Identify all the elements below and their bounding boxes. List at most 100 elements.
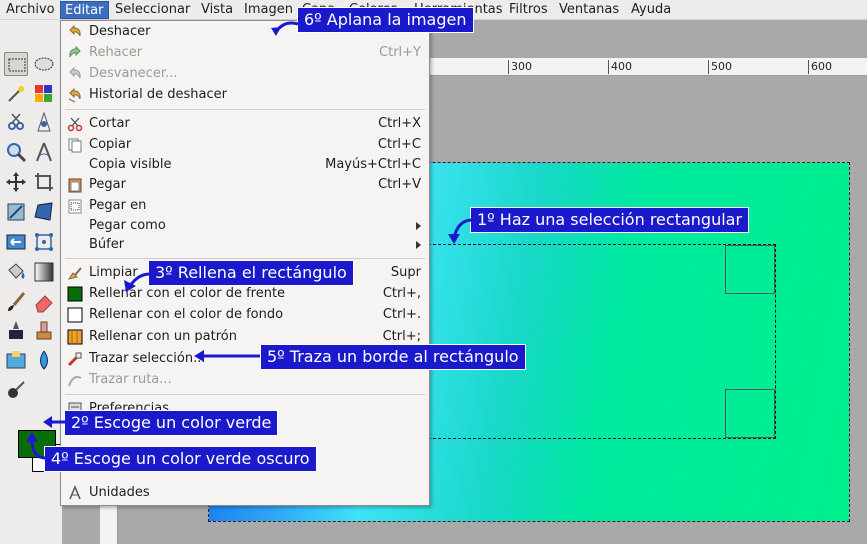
units-icon: [67, 485, 83, 501]
menu-item-shortcut: Ctrl+V: [378, 177, 421, 192]
callout-step-1: 1º Haz una selección rectangular: [470, 207, 750, 233]
menu-item-shortcut: Ctrl+,: [382, 286, 421, 301]
menu-item-cut[interactable]: Cortar Ctrl+X: [61, 114, 429, 134]
callout-step-2: 2º Escoge un color verde: [64, 410, 279, 436]
menu-item-label: Rellenar con un patrón: [89, 329, 238, 344]
menu-separator: [65, 258, 425, 259]
blend-tool-icon[interactable]: [32, 260, 56, 284]
menu-item-paste-into[interactable]: Pegar en: [61, 196, 429, 216]
paste-into-icon: [67, 198, 83, 214]
paintbrush-tool-icon[interactable]: [4, 290, 28, 314]
menu-archivo[interactable]: Archivo: [2, 1, 59, 19]
paste-icon: [67, 177, 83, 193]
menu-item-redo[interactable]: Rehacer Ctrl+Y: [61, 43, 429, 63]
menu-item-label: Unidades: [89, 485, 150, 500]
menu-item-label: Pegar: [89, 177, 126, 192]
zoom-tool-icon[interactable]: [4, 140, 28, 164]
blur-tool-icon[interactable]: [32, 348, 56, 372]
menu-item-label: Pegar en: [89, 198, 147, 213]
crop-tool-icon[interactable]: [32, 170, 56, 194]
foreground-select-tool-icon[interactable]: [32, 110, 56, 134]
menu-item-label: Copia visible: [89, 157, 172, 172]
menu-item-shortcut: Ctrl+C: [377, 137, 421, 152]
menu-item-label: Trazar selección...: [89, 351, 206, 366]
menu-item-label: Rehacer: [89, 45, 143, 60]
measure-tool-icon[interactable]: [32, 140, 56, 164]
callout-arrow-icon: [124, 272, 151, 292]
ellipse-select-tool-icon[interactable]: [32, 52, 56, 76]
menu-item-label: Pegar como: [89, 218, 166, 233]
callout-arrow-icon: [448, 218, 473, 244]
redo-icon: [67, 45, 83, 61]
horizontal-ruler[interactable]: 300 400 500 600: [428, 58, 867, 76]
clear-icon: [67, 265, 83, 281]
history-icon: [67, 87, 83, 103]
fuzzy-select-tool-icon[interactable]: [4, 82, 28, 106]
menu-item-buffer[interactable]: Búfer: [61, 235, 429, 255]
callout-step-5: 5º Traza un borde al rectángulo: [260, 344, 526, 370]
callout-arrow-icon: [194, 350, 260, 362]
menu-item-label: Deshacer: [89, 24, 151, 39]
submenu-arrow-icon: [416, 222, 421, 230]
callout-step-4: 4º Escoge un color verde oscuro: [44, 446, 317, 472]
flip-tool-icon[interactable]: [4, 230, 28, 254]
menu-item-units[interactable]: Unidades: [61, 483, 429, 503]
callout-arrow-icon: [26, 432, 47, 460]
callout-arrow-icon: [271, 21, 299, 36]
menu-item-label: Cortar: [89, 116, 130, 131]
menu-item-shortcut: Ctrl+.: [382, 307, 421, 322]
menu-ventanas[interactable]: Ventanas: [555, 1, 623, 19]
menu-seleccionar[interactable]: Seleccionar: [111, 1, 194, 19]
ink-tool-icon[interactable]: [4, 318, 28, 342]
perspective-tool-icon[interactable]: [32, 200, 56, 224]
menu-item-fade[interactable]: Desvanecer...: [61, 64, 429, 84]
heal-tool-icon[interactable]: [4, 348, 28, 372]
menu-filtros[interactable]: Filtros: [505, 1, 552, 19]
menu-item-stroke-path[interactable]: Trazar ruta...: [61, 370, 429, 390]
menu-item-label: Historial de deshacer: [89, 87, 227, 102]
menu-separator: [65, 394, 425, 395]
menu-separator: [65, 109, 425, 110]
select-by-color-tool-icon[interactable]: [32, 82, 56, 106]
ruler-tick: 500: [708, 60, 732, 74]
menu-item-paste-as[interactable]: Pegar como: [61, 216, 429, 236]
ruler-tick: 300: [508, 60, 532, 74]
callout-step-6: 6º Aplana la imagen: [297, 7, 474, 33]
rect-select-tool-icon[interactable]: [4, 52, 28, 76]
menu-item-undo-history[interactable]: Historial de deshacer: [61, 85, 429, 105]
selection-handle-bottom-right[interactable]: [725, 389, 775, 438]
scissors-icon: [67, 116, 83, 132]
menu-item-copy[interactable]: Copiar Ctrl+C: [61, 135, 429, 155]
submenu-arrow-icon: [416, 241, 421, 249]
menu-item-fill-bg[interactable]: Rellenar con el color de fondo Ctrl+.: [61, 305, 429, 325]
callout-step-3: 3º Rellena el rectángulo: [148, 260, 354, 286]
stroke-path-icon: [67, 372, 83, 388]
cage-tool-icon[interactable]: [32, 230, 56, 254]
menu-item-label: Desvanecer...: [89, 66, 178, 81]
scissors-select-tool-icon[interactable]: [4, 110, 28, 134]
ruler-tick: 400: [608, 60, 632, 74]
menu-item-label: Trazar ruta...: [89, 372, 172, 387]
menu-ayuda[interactable]: Ayuda: [627, 1, 675, 19]
undo-icon: [67, 24, 83, 40]
menu-vista[interactable]: Vista: [197, 1, 237, 19]
clone-tool-icon[interactable]: [32, 318, 56, 342]
move-tool-icon[interactable]: [4, 170, 28, 194]
fill-pattern-icon: [67, 329, 83, 345]
rectangular-selection[interactable]: [428, 244, 776, 439]
menu-item-copy-visible[interactable]: Copia visible Mayús+Ctrl+C: [61, 155, 429, 175]
fill-fg-icon: [67, 286, 83, 302]
rotate-tool-icon[interactable]: [4, 200, 28, 224]
menu-editar[interactable]: Editar: [60, 1, 109, 19]
dodge-burn-tool-icon[interactable]: [4, 378, 28, 402]
menu-item-shortcut: Supr: [390, 265, 421, 280]
ruler-tick: 600: [808, 60, 832, 74]
menu-item-label: Búfer: [89, 237, 125, 252]
menu-item-shortcut: Ctrl+Y: [379, 45, 421, 60]
menu-item-paste[interactable]: Pegar Ctrl+V: [61, 175, 429, 195]
stroke-selection-icon: [67, 351, 83, 367]
selection-handle-top-right[interactable]: [725, 245, 775, 294]
eraser-tool-icon[interactable]: [32, 290, 56, 314]
bucket-fill-tool-icon[interactable]: [4, 260, 28, 284]
copy-icon: [67, 137, 83, 153]
